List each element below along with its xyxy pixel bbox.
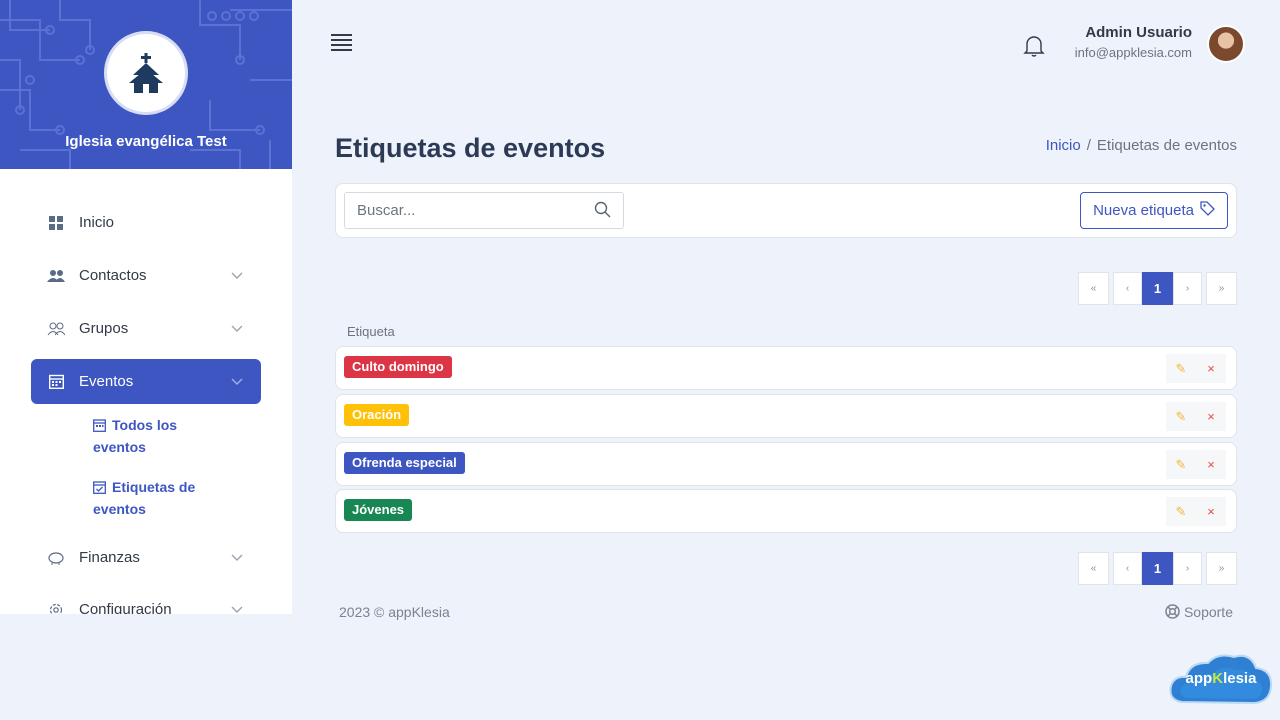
sidebar: Iglesia evangélica Test Inicio Contactos… bbox=[0, 0, 292, 614]
avatar[interactable] bbox=[1207, 25, 1245, 63]
brand-suffix: lesia bbox=[1223, 670, 1257, 687]
edit-icon[interactable]: ✎ bbox=[1166, 402, 1196, 431]
sidebar-header: Iglesia evangélica Test bbox=[0, 0, 292, 169]
search-input[interactable] bbox=[345, 193, 575, 228]
page-1-button[interactable]: 1 bbox=[1142, 552, 1173, 585]
breadcrumb-separator: / bbox=[1086, 137, 1091, 154]
table-row: Ofrenda especial ✎ × bbox=[335, 442, 1237, 486]
breadcrumb-current: Etiquetas de eventos bbox=[1096, 137, 1237, 154]
calendar-icon bbox=[93, 417, 106, 437]
page-prev-button[interactable]: ‹ bbox=[1113, 552, 1142, 585]
sidebar-item-configuracion[interactable]: Configuración bbox=[31, 587, 261, 614]
user-info[interactable]: Admin Usuario info@appklesia.com bbox=[1075, 24, 1192, 60]
brand-text: appKlesia bbox=[1168, 670, 1274, 687]
tag-badge: Ofrenda especial bbox=[344, 452, 465, 474]
tag-badge: Oración bbox=[344, 404, 410, 426]
page-last-button[interactable]: » bbox=[1206, 552, 1237, 585]
page-first-button[interactable]: « bbox=[1078, 272, 1109, 305]
sidebar-item-eventos[interactable]: Eventos bbox=[31, 359, 261, 404]
sidebar-item-finanzas[interactable]: Finanzas bbox=[31, 535, 261, 580]
page-title: Etiquetas de eventos bbox=[335, 133, 606, 163]
sidebar-item-label: Contactos bbox=[79, 267, 147, 284]
calendar-icon bbox=[47, 373, 65, 391]
delete-icon[interactable]: × bbox=[1196, 450, 1226, 479]
gear-icon bbox=[47, 601, 65, 614]
edit-icon[interactable]: ✎ bbox=[1166, 450, 1196, 479]
grid-icon bbox=[47, 214, 65, 232]
sidebar-item-label: Finanzas bbox=[79, 549, 140, 566]
sidebar-subitem-label: Etiquetas de eventos bbox=[93, 479, 196, 517]
page-last-button[interactable]: » bbox=[1206, 272, 1237, 305]
table-row: Jóvenes ✎ × bbox=[335, 489, 1237, 533]
sidebar-subitem-todos-eventos[interactable]: Todos los eventos bbox=[93, 415, 223, 457]
page-next-button[interactable]: › bbox=[1173, 272, 1202, 305]
church-icon bbox=[129, 53, 163, 93]
search-icon[interactable] bbox=[594, 201, 611, 223]
table-row: Culto domingo ✎ × bbox=[335, 346, 1237, 390]
church-name: Iglesia evangélica Test bbox=[65, 133, 227, 150]
search-box bbox=[344, 192, 624, 229]
chevron-down-icon bbox=[231, 267, 243, 284]
appklesia-logo: appKlesia bbox=[1168, 650, 1274, 708]
page-first-button[interactable]: « bbox=[1078, 552, 1109, 585]
delete-icon[interactable]: × bbox=[1196, 497, 1226, 526]
chevron-down-icon bbox=[231, 320, 243, 337]
sidebar-item-label: Grupos bbox=[79, 320, 129, 337]
edit-icon[interactable]: ✎ bbox=[1166, 354, 1196, 383]
brand-prefix: app bbox=[1185, 670, 1213, 687]
tag-badge: Culto domingo bbox=[344, 356, 452, 378]
group-icon bbox=[47, 320, 65, 338]
sidebar-item-inicio[interactable]: Inicio bbox=[31, 200, 261, 245]
chevron-down-icon bbox=[231, 549, 243, 566]
delete-icon[interactable]: × bbox=[1196, 402, 1226, 431]
calendar-check-icon bbox=[93, 479, 106, 499]
breadcrumb-home[interactable]: Inicio bbox=[1046, 137, 1081, 154]
tag-icon bbox=[1200, 201, 1215, 220]
toolbar-card: Nueva etiqueta bbox=[335, 183, 1237, 238]
page-next-button[interactable]: › bbox=[1173, 552, 1202, 585]
support-label: Soporte bbox=[1183, 604, 1233, 620]
chevron-down-icon bbox=[231, 601, 243, 614]
sidebar-item-label: Inicio bbox=[79, 214, 115, 231]
church-logo bbox=[104, 31, 188, 115]
table-row: Oración ✎ × bbox=[335, 394, 1237, 438]
sidebar-item-label: Eventos bbox=[79, 373, 134, 390]
footer-copyright: 2023 © appKlesia bbox=[339, 604, 450, 620]
chevron-down-icon bbox=[231, 373, 243, 390]
user-email: info@appklesia.com bbox=[1074, 45, 1192, 60]
bell-icon[interactable] bbox=[1022, 33, 1051, 64]
delete-icon[interactable]: × bbox=[1196, 354, 1226, 383]
sidebar-item-grupos[interactable]: Grupos bbox=[31, 306, 261, 351]
edit-icon[interactable]: ✎ bbox=[1166, 497, 1196, 526]
tag-badge: Jóvenes bbox=[344, 499, 413, 521]
pagination-bottom: « ‹ 1 › » bbox=[1074, 552, 1237, 585]
lifebuoy-icon bbox=[1165, 604, 1180, 620]
new-tag-label: Nueva etiqueta bbox=[1093, 202, 1194, 219]
sidebar-item-contactos[interactable]: Contactos bbox=[31, 253, 261, 298]
sidebar-item-label: Configuración bbox=[79, 601, 172, 614]
support-link[interactable]: Soporte bbox=[1165, 604, 1233, 620]
menu-toggle-icon[interactable] bbox=[331, 34, 352, 52]
pagination-top: « ‹ 1 › » bbox=[1074, 272, 1237, 305]
users-icon bbox=[47, 267, 65, 285]
user-name: Admin Usuario bbox=[1085, 24, 1192, 41]
page-1-button[interactable]: 1 bbox=[1142, 272, 1173, 305]
page-prev-button[interactable]: ‹ bbox=[1113, 272, 1142, 305]
new-tag-button[interactable]: Nueva etiqueta bbox=[1080, 192, 1228, 229]
sidebar-subitem-etiquetas-eventos[interactable]: Etiquetas de eventos bbox=[93, 477, 223, 519]
brand-k: K bbox=[1212, 670, 1224, 687]
piggy-bank-icon bbox=[47, 549, 65, 567]
column-header-etiqueta: Etiqueta bbox=[347, 324, 395, 339]
breadcrumb: Inicio / Etiquetas de eventos bbox=[1046, 137, 1237, 154]
